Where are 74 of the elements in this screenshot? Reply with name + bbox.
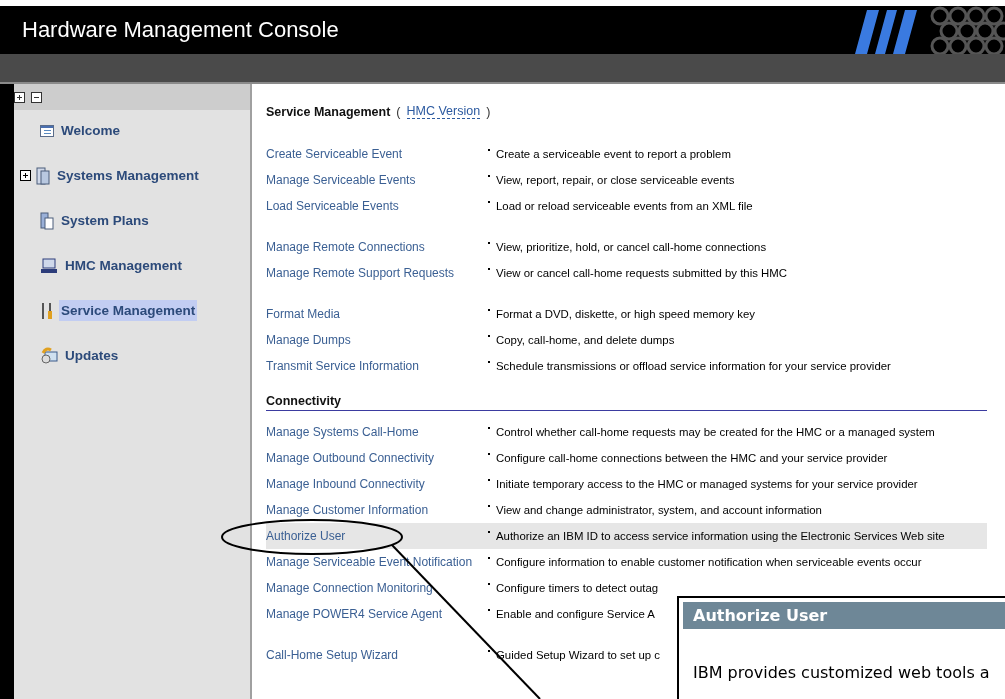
bullet-mark [488, 361, 490, 363]
task-link[interactable]: Manage Connection Monitoring [266, 581, 488, 595]
task-link[interactable]: Manage POWER4 Service Agent [266, 607, 488, 621]
task-link[interactable]: Manage Systems Call-Home [266, 425, 488, 439]
section-heading: Connectivity [266, 394, 987, 411]
task-description: Create a serviceable event to report a problem [496, 148, 731, 160]
bullet-mark [488, 427, 490, 429]
parenthesis: ) [486, 104, 491, 119]
task-description: Format a DVD, diskette, or high speed memory key [496, 308, 755, 320]
task-link[interactable]: Manage Inbound Connectivity [266, 477, 488, 491]
task-link[interactable]: Manage Serviceable Events [266, 173, 488, 187]
sidebar-item[interactable]: Systems Management [55, 165, 201, 186]
task-description: Configure information to enable customer notification when serviceable events occur [496, 556, 922, 568]
bullet-mark [488, 268, 490, 270]
bullet-mark [488, 149, 490, 151]
expand-all-icon[interactable] [14, 91, 25, 103]
task-link[interactable]: Manage Dumps [266, 333, 488, 347]
task-description: Initiate temporary access to the HMC or managed systems for your service provider [496, 478, 918, 490]
expand-icon[interactable] [20, 170, 31, 181]
task-description: Authorize an IBM ID to access service information using the Electronic Services Web site [496, 530, 945, 542]
bullet-mark [488, 609, 490, 611]
task-description: Configure timers to detect outag [496, 582, 659, 594]
bullet-mark [488, 309, 490, 311]
bullet-mark [488, 335, 490, 337]
sidebar-item[interactable]: System Plans [59, 210, 151, 231]
task-link[interactable]: Manage Outbound Connectivity [266, 451, 488, 465]
sidebar-item[interactable]: HMC Management [63, 255, 184, 276]
task-link[interactable]: Load Serviceable Events [266, 199, 488, 213]
task-link[interactable]: Create Serviceable Event [266, 147, 488, 161]
collapse-all-icon[interactable] [31, 91, 42, 103]
task-link[interactable]: Authorize User [266, 529, 488, 543]
bullet-mark [488, 531, 490, 533]
highlighted-row[interactable]: Authorize User Authorize an IBM ID to access service information using the Electronic Services Web site [266, 523, 987, 549]
bullet-mark [488, 201, 490, 203]
bullet-mark [488, 583, 490, 585]
task-description: Enable and configure Service A [496, 608, 655, 620]
page-title: Service Management [266, 104, 391, 119]
task-description: View or cancel call-home requests submitted by this HMC [496, 267, 787, 279]
callout-text: IBM provides customized web tools a [692, 662, 991, 682]
task-link[interactable]: Manage Serviceable Event Notification [266, 555, 488, 569]
task-description: Load or reload serviceable events from an XML file [496, 200, 753, 212]
task-link[interactable]: Transmit Service Information [266, 359, 488, 373]
updates-icon [40, 346, 58, 365]
parenthesis: ( [396, 104, 401, 119]
window-title: Hardware Management Console [22, 17, 339, 43]
bullet-mark [488, 453, 490, 455]
task-description: View, prioritize, hold, or cancel call-home connections [496, 241, 767, 253]
server-icon [36, 166, 50, 185]
task-description: Configure call-home connections between the HMC and your service provider [496, 452, 888, 464]
version-link[interactable]: HMC Version [406, 104, 481, 119]
task-description: Schedule transmissions or offload service information for your service provider [496, 360, 891, 372]
sidebar-item[interactable]: Service Management [59, 300, 198, 321]
bullet-mark [488, 242, 490, 244]
window-icon [40, 124, 54, 137]
task-description: Control whether call-home requests may be created for the HMC or a managed system [496, 426, 935, 438]
task-link[interactable]: Call-Home Setup Wizard [266, 648, 488, 662]
sidebar-item[interactable]: Welcome [59, 120, 123, 141]
bullet-mark [488, 505, 490, 507]
task-description: View and change administrator, system, and account information [496, 504, 822, 516]
task-link[interactable]: Format Media [266, 307, 488, 321]
document-icon [40, 211, 54, 230]
callout-title: Authorize User [683, 602, 1005, 629]
computer-icon [40, 257, 58, 274]
bullet-mark [488, 557, 490, 559]
task-link[interactable]: Manage Remote Support Requests [266, 266, 488, 280]
task-description: Copy, call-home, and delete dumps [496, 334, 675, 346]
tools-icon [40, 301, 54, 320]
bullet-mark [488, 175, 490, 177]
bullet-mark [488, 650, 490, 652]
task-link[interactable]: Manage Remote Connections [266, 240, 488, 254]
bullet-mark [488, 479, 490, 481]
task-description: View, report, repair, or close serviceable events [496, 174, 735, 186]
task-link[interactable]: Manage Customer Information [266, 503, 488, 517]
sidebar-item[interactable]: Updates [63, 345, 121, 366]
